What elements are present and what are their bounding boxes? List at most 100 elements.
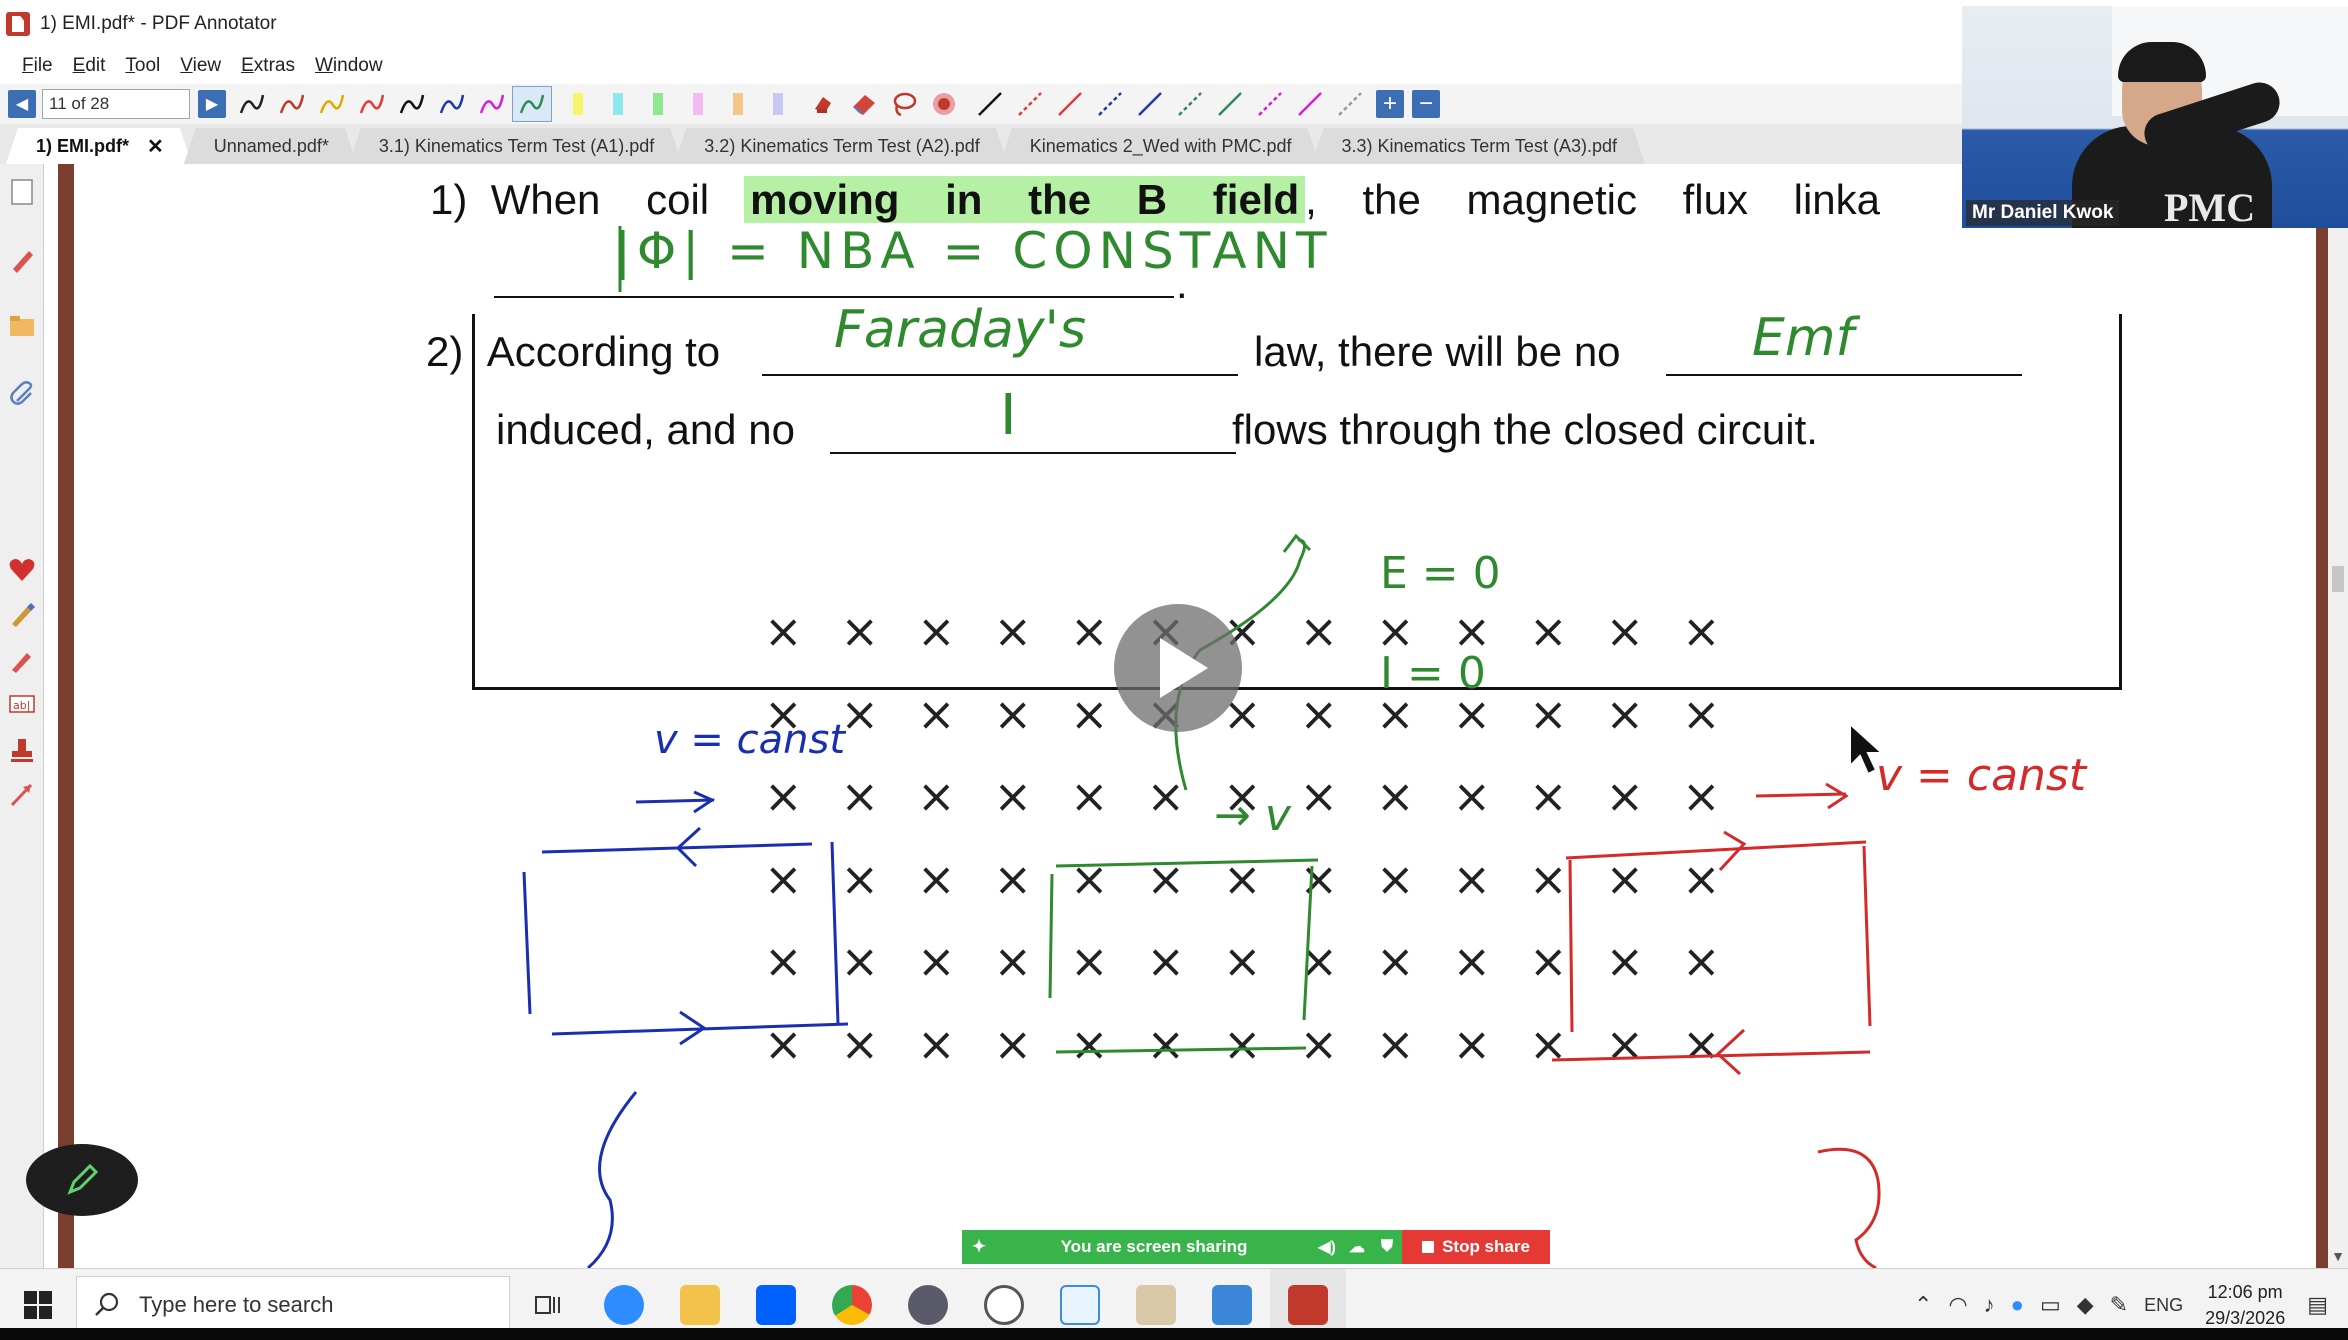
pen-tool-icon[interactable]	[392, 86, 432, 122]
pen-tool-icon[interactable]	[512, 86, 552, 122]
menu-file[interactable]: File	[12, 55, 63, 77]
stamp-hand-icon[interactable]	[804, 86, 844, 122]
line-tool-icon[interactable]	[1130, 86, 1170, 122]
field-cross-symbol: ×	[1070, 1016, 1109, 1071]
pen-tool-icon[interactable]	[232, 86, 272, 122]
window-title: 1) EMI.pdf* - PDF Annotator	[40, 13, 277, 34]
taskbar-search[interactable]: Type here to search	[76, 1275, 510, 1334]
field-cross-symbol: ×	[1223, 851, 1262, 906]
folder-icon[interactable]	[6, 310, 38, 342]
paperclip-icon[interactable]	[6, 378, 38, 410]
pen-tool-icon[interactable]	[472, 86, 512, 122]
vertical-scrollbar[interactable]	[2328, 164, 2348, 1268]
text-box-icon[interactable]: ab|	[6, 688, 38, 720]
line-tool-icon[interactable]	[1210, 86, 1250, 122]
menu-window[interactable]: Window	[305, 55, 393, 77]
wifi-icon[interactable]: ◠	[1940, 1292, 1975, 1318]
pen-tool-icon[interactable]	[352, 86, 392, 122]
highlighter-tool-icon[interactable]	[598, 86, 638, 122]
line-tool-icon[interactable]	[1010, 86, 1050, 122]
menu-extras[interactable]: Extras	[231, 55, 305, 77]
play-video-icon[interactable]	[1114, 604, 1242, 732]
clock[interactable]: 12:06 pm 29/3/2026	[2191, 1279, 2299, 1331]
field-cross-symbol: ×	[1376, 851, 1415, 906]
floating-pen-button[interactable]	[26, 1144, 138, 1216]
shield-icon[interactable]: ⛊	[1372, 1238, 1402, 1256]
tab-unnamed[interactable]: Unnamed.pdf*	[184, 128, 357, 164]
page-number-input[interactable]	[42, 89, 190, 119]
field-cross-symbol: ×	[1529, 934, 1568, 988]
toolbar: ◀ ▶ + −	[0, 84, 1965, 124]
highlighter-icon[interactable]	[6, 644, 38, 676]
scroll-down-icon[interactable]: ▼	[2330, 1248, 2346, 1264]
field-cross-symbol: ×	[1146, 1016, 1186, 1071]
handwriting-v-green: → v	[1214, 790, 1291, 841]
line-tool-icon[interactable]	[970, 86, 1010, 122]
dropbox-tray-icon[interactable]: ◆	[2069, 1292, 2102, 1318]
line-tool-icon[interactable]	[1290, 86, 1330, 122]
field-cross-symbol: ×	[1682, 769, 1721, 823]
lasso-icon[interactable]	[884, 86, 924, 122]
cloud-icon[interactable]: ☁	[1342, 1237, 1372, 1257]
pen-icon[interactable]	[6, 244, 38, 276]
field-cross-symbol: ×	[1070, 769, 1109, 823]
zoom-out-button[interactable]: −	[1412, 90, 1440, 118]
notifications-icon[interactable]: ▤	[2299, 1292, 2336, 1318]
close-tab-icon[interactable]: ✕	[147, 134, 164, 159]
line-tool-icon[interactable]	[1170, 86, 1210, 122]
next-page-button[interactable]: ▶	[198, 90, 226, 118]
tab-kinematics-wed[interactable]: Kinematics 2_Wed with PMC.pdf	[1000, 128, 1320, 164]
highlighter-tool-icon[interactable]	[758, 86, 798, 122]
menu-edit[interactable]: Edit	[63, 55, 116, 77]
eraser-icon[interactable]	[844, 86, 884, 122]
tab-kinematics-a2[interactable]: 3.2) Kinematics Term Test (A2).pdf	[674, 128, 1007, 164]
field-cross-symbol: ×	[1146, 851, 1186, 906]
pen-tool-icon[interactable]	[312, 86, 352, 122]
field-cross-symbol: ×	[840, 769, 880, 823]
menu-tool[interactable]: Tool	[115, 55, 170, 77]
highlighter-tool-icon[interactable]	[558, 86, 598, 122]
shirt-logo: PMC	[2164, 185, 2256, 228]
pen-tool-icon[interactable]	[432, 86, 472, 122]
battery-icon[interactable]: ▭	[2032, 1292, 2069, 1318]
zoom-in-button[interactable]: +	[1376, 90, 1404, 118]
field-cross-symbol: ×	[1529, 769, 1568, 823]
screen-share-bar: ✦ You are screen sharing ◀) ☁ ⛊ Stop sha…	[962, 1230, 1550, 1264]
scrollbar-thumb[interactable]	[2332, 566, 2344, 592]
audio-icon[interactable]: ◀)	[1312, 1237, 1342, 1257]
line-tool-icon[interactable]	[1090, 86, 1130, 122]
field-cross-symbol: ×	[1299, 686, 1339, 741]
field-cross-symbol: ×	[993, 686, 1033, 741]
tab-kinematics-a3[interactable]: 3.3) Kinematics Term Test (A3).pdf	[1312, 128, 1645, 164]
pen-tray-icon[interactable]: ✎	[2102, 1292, 2136, 1318]
pen-tool-icon[interactable]	[272, 86, 312, 122]
language-indicator[interactable]: ENG	[2136, 1295, 2191, 1316]
field-cross-symbol: ×	[917, 934, 956, 988]
record-icon[interactable]	[924, 86, 964, 122]
line-tool-icon[interactable]	[1050, 86, 1090, 122]
page-thumbnail-icon[interactable]	[6, 176, 38, 208]
menu-view[interactable]: View	[170, 55, 231, 77]
highlighter-tool-icon[interactable]	[718, 86, 758, 122]
heart-icon[interactable]	[6, 554, 38, 586]
stamp-icon[interactable]	[6, 734, 38, 766]
show-hidden-icons[interactable]: ⌃	[1906, 1292, 1940, 1318]
zoom-tray-icon[interactable]: ●	[2003, 1292, 2032, 1318]
highlighter-tool-icon[interactable]	[678, 86, 718, 122]
stop-share-button[interactable]: Stop share	[1402, 1230, 1550, 1264]
volume-icon[interactable]: ♪	[1976, 1292, 2003, 1318]
arrow-tool-icon[interactable]	[6, 778, 38, 810]
tab-kinematics-a1[interactable]: 3.1) Kinematics Term Test (A1).pdf	[349, 128, 682, 164]
mouse-cursor-icon	[1849, 722, 1885, 776]
field-cross-symbol: ×	[1376, 769, 1415, 823]
line-tool-icon[interactable]	[1330, 86, 1370, 122]
field-cross-symbol: ×	[917, 769, 956, 823]
line-tools	[970, 86, 1370, 122]
tab-emi[interactable]: 1) EMI.pdf* ✕	[6, 128, 192, 164]
field-cross-symbol: ×	[917, 604, 956, 658]
highlighter-tool-icon[interactable]	[638, 86, 678, 122]
marker-icon[interactable]	[6, 598, 38, 630]
prev-page-button[interactable]: ◀	[8, 90, 36, 118]
line-tool-icon[interactable]	[1250, 86, 1290, 122]
pin-icon[interactable]: ✦	[962, 1237, 996, 1257]
